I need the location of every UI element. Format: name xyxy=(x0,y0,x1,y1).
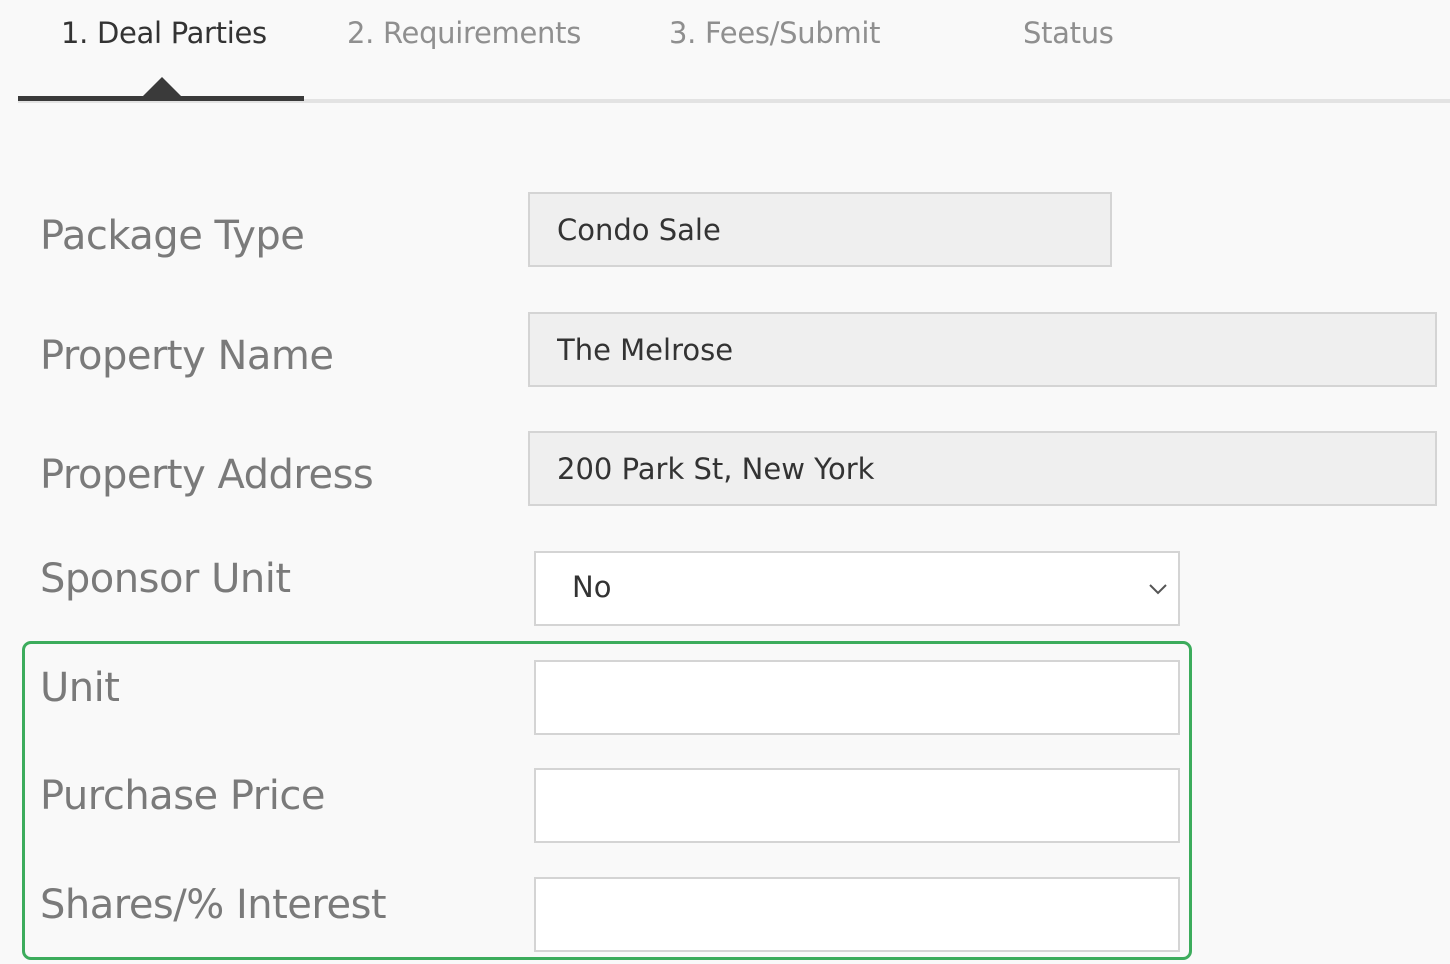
property-address-field[interactable] xyxy=(528,431,1437,506)
tab-deal-parties[interactable]: 1. Deal Parties xyxy=(61,16,267,50)
unit-label: Unit xyxy=(40,665,120,711)
shares-interest-input[interactable] xyxy=(534,877,1180,952)
active-tab-caret-icon xyxy=(142,77,182,97)
purchase-price-label: Purchase Price xyxy=(40,773,325,819)
sponsor-unit-select[interactable]: No xyxy=(534,551,1180,626)
sponsor-unit-value: No xyxy=(572,570,612,604)
tab-status[interactable]: Status xyxy=(1023,16,1114,50)
step-tabs: 1. Deal Parties 2. Requirements 3. Fees/… xyxy=(18,0,1450,104)
property-name-field[interactable] xyxy=(528,312,1437,387)
purchase-price-input[interactable] xyxy=(534,768,1180,843)
package-type-field[interactable] xyxy=(528,192,1112,267)
tab-fees-submit[interactable]: 3. Fees/Submit xyxy=(669,16,881,50)
shares-interest-label: Shares/% Interest xyxy=(40,882,387,928)
chevron-down-icon xyxy=(1149,584,1167,595)
package-type-label: Package Type xyxy=(40,213,305,259)
property-address-label: Property Address xyxy=(40,452,374,498)
unit-input[interactable] xyxy=(534,660,1180,735)
property-name-label: Property Name xyxy=(40,333,334,379)
sponsor-unit-label: Sponsor Unit xyxy=(40,556,291,602)
tab-requirements[interactable]: 2. Requirements xyxy=(347,16,581,50)
